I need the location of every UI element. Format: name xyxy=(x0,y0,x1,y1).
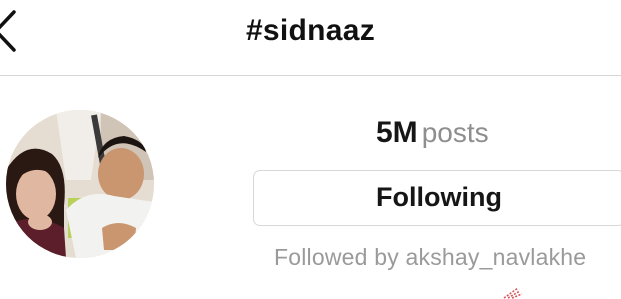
post-count-label: posts xyxy=(421,117,489,148)
followed-by-text[interactable]: Followed by akshay_navlakhe xyxy=(274,244,586,271)
hashtag-avatar[interactable] xyxy=(6,110,154,258)
following-button[interactable]: Following xyxy=(253,170,621,226)
avatar-image xyxy=(6,110,154,258)
post-count: 5M xyxy=(376,116,418,149)
header-bar: #sidnaaz xyxy=(0,0,621,76)
page-title: #sidnaaz xyxy=(245,14,376,47)
post-stats: 5M posts xyxy=(376,116,489,150)
header-divider xyxy=(0,75,621,76)
stroke-mark-decoration xyxy=(503,287,523,299)
